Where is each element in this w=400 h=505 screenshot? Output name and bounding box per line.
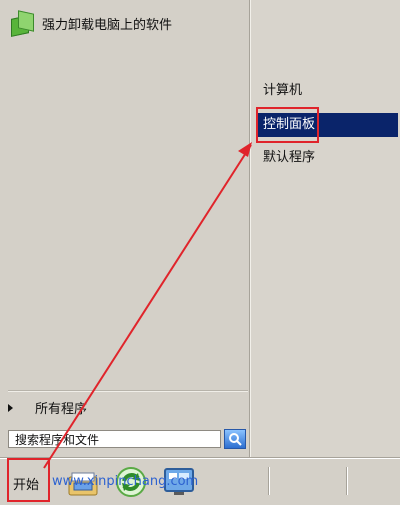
start-button[interactable]: 开始 bbox=[6, 467, 46, 499]
install-box-icon bbox=[8, 9, 36, 37]
tray-separator bbox=[268, 467, 269, 495]
right-item-default-programs[interactable]: 默认程序 bbox=[257, 146, 321, 170]
search-icon bbox=[229, 433, 242, 446]
all-programs-label: 所有程序 bbox=[35, 402, 88, 417]
right-item-control-panel[interactable]: 控制面板 bbox=[257, 113, 398, 137]
search-row bbox=[8, 428, 248, 450]
divider bbox=[8, 390, 248, 391]
pinned-program-label: 强力卸载电脑上的软件 bbox=[42, 17, 173, 33]
search-button[interactable] bbox=[224, 429, 246, 449]
start-label: 开始 bbox=[12, 477, 39, 493]
start-menu-right-pane: 计算机 控制面板 默认程序 bbox=[251, 0, 400, 458]
start-menu-left-pane: 强力卸载电脑上的软件 所有程序 bbox=[0, 0, 251, 458]
watermark-text: www.xinpinchang.com bbox=[52, 474, 199, 489]
all-programs-item[interactable]: 所有程序 bbox=[8, 398, 87, 417]
arrow-right-icon bbox=[8, 403, 13, 412]
pinned-program-item[interactable]: 强力卸载电脑上的软件 bbox=[8, 8, 172, 38]
search-input[interactable] bbox=[8, 430, 221, 448]
tray-separator bbox=[346, 467, 347, 495]
right-item-computer[interactable]: 计算机 bbox=[257, 79, 308, 103]
